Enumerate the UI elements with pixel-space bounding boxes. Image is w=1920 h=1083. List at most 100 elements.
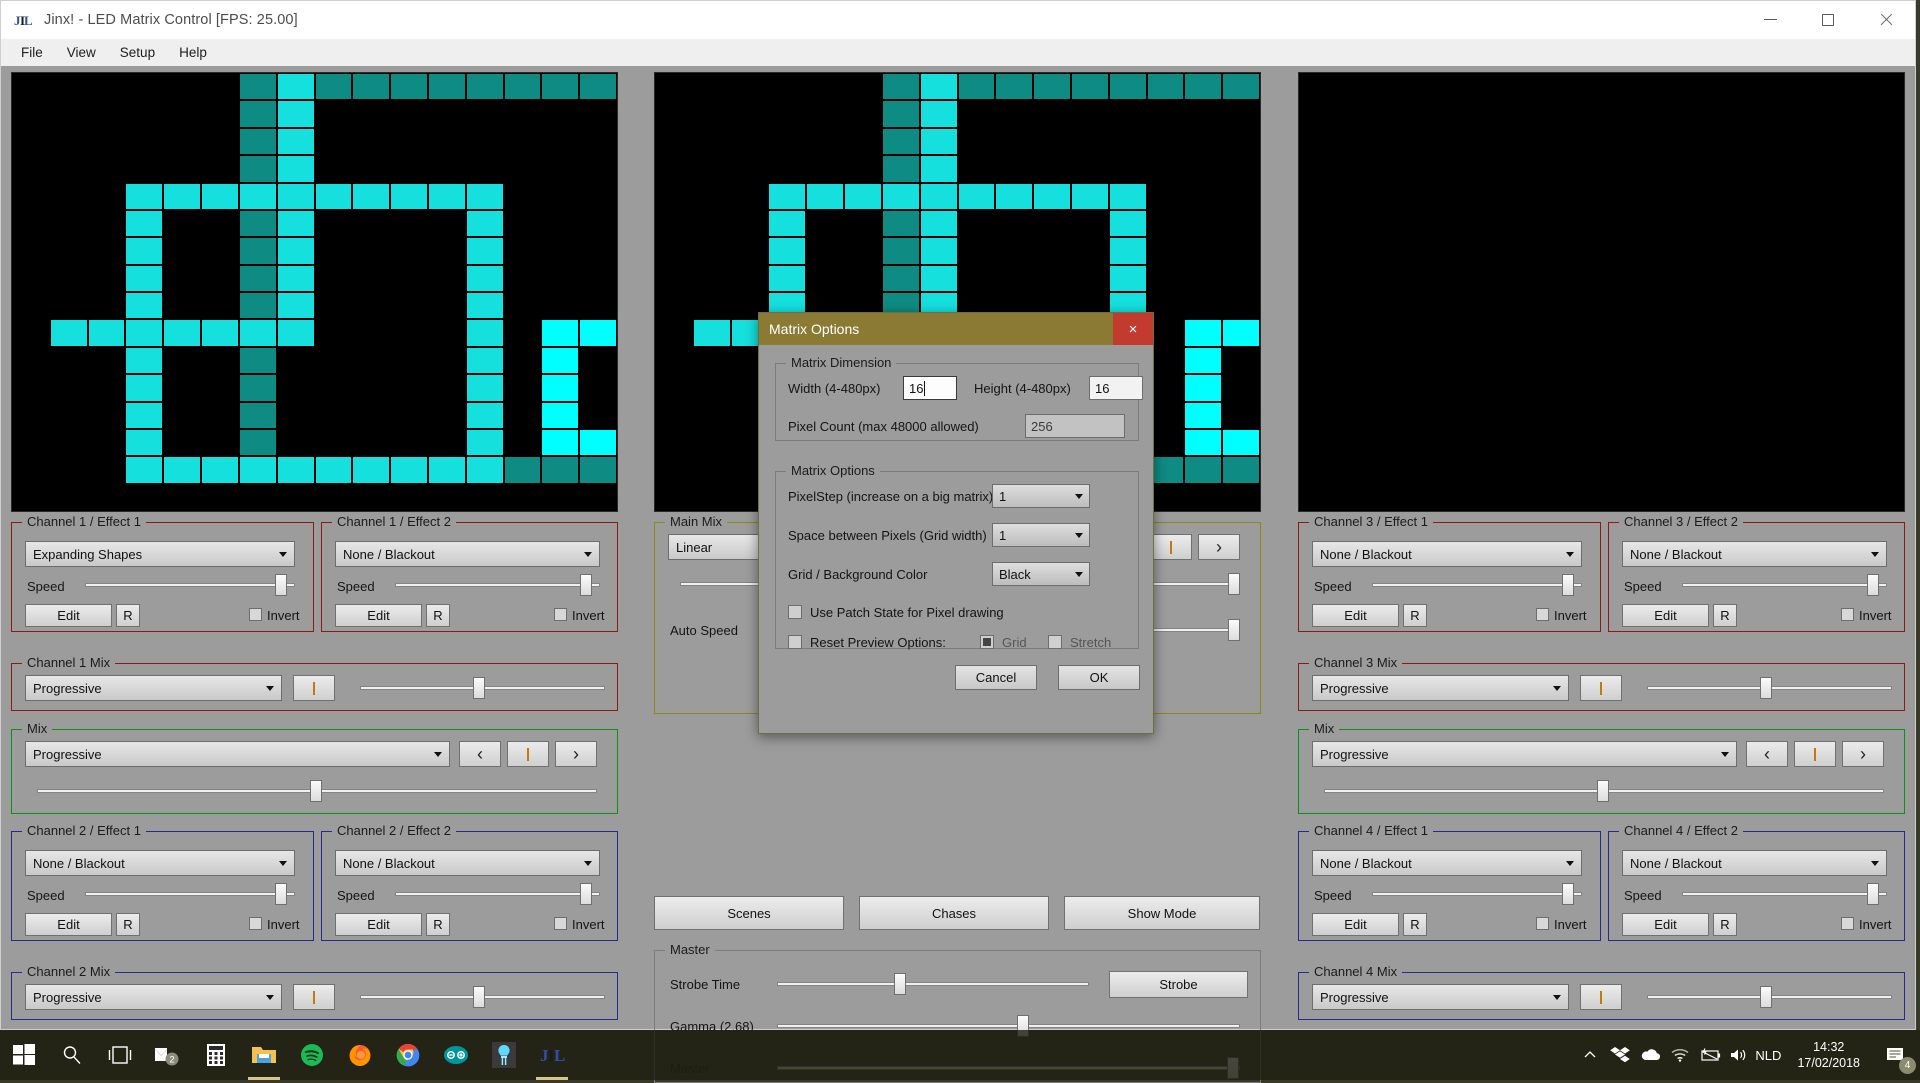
led-pixel[interactable] [278, 320, 314, 345]
scenes-button[interactable]: Scenes [654, 896, 844, 930]
dialog-close-button[interactable]: × [1113, 313, 1153, 345]
ch4-effect1-invert-checkbox[interactable] [1536, 917, 1549, 930]
led-pixel[interactable] [240, 74, 276, 99]
led-pixel[interactable] [240, 266, 276, 291]
dialog-cancel-button[interactable]: Cancel [955, 665, 1037, 690]
led-pixel[interactable] [316, 74, 352, 99]
led-pixel[interactable] [1110, 211, 1146, 236]
mail-button[interactable]: 2 [144, 1030, 192, 1080]
ch2-effect2-edit-button[interactable]: Edit [335, 913, 422, 936]
language-indicator[interactable]: NLD [1755, 1048, 1781, 1063]
led-pixel[interactable] [845, 184, 881, 209]
right-mix-next-button[interactable] [1842, 741, 1884, 767]
firefox-button[interactable] [336, 1030, 384, 1080]
led-pixel[interactable] [542, 457, 578, 482]
ch3-effect2-speed-slider[interactable] [1682, 574, 1887, 596]
show-mode-button[interactable]: Show Mode [1064, 896, 1260, 930]
led-pixel[interactable] [278, 293, 314, 318]
right-mix-prev-button[interactable] [1746, 741, 1788, 767]
minimize-button[interactable] [1741, 1, 1799, 38]
ch1-mix-select[interactable]: Progressive [25, 675, 282, 701]
led-pixel[interactable] [240, 348, 276, 373]
chrome-button[interactable] [384, 1030, 432, 1080]
led-pixel[interactable] [542, 74, 578, 99]
led-pixel[interactable] [164, 457, 200, 482]
ch4-effect1-speed-slider[interactable] [1372, 883, 1582, 905]
led-pixel[interactable] [542, 320, 578, 345]
led-pixel[interactable] [1185, 457, 1221, 482]
led-pixel[interactable] [883, 238, 919, 263]
slider-thumb[interactable] [310, 780, 322, 802]
ch3-effect1-edit-button[interactable]: Edit [1312, 604, 1399, 627]
led-pixel[interactable] [467, 74, 503, 99]
led-pixel[interactable] [278, 129, 314, 154]
main-mix-center-button[interactable] [1150, 534, 1192, 560]
led-pixel[interactable] [807, 184, 843, 209]
ch2-effect2-select[interactable]: None / Blackout [335, 850, 600, 876]
led-pixel[interactable] [921, 184, 957, 209]
matrix-preview-output[interactable] [11, 72, 618, 512]
clock[interactable]: 14:32 17/02/2018 [1797, 1039, 1860, 1071]
ch4-effect2-reset-button[interactable]: R [1713, 913, 1737, 936]
slider-thumb[interactable] [275, 574, 287, 596]
start-button[interactable] [0, 1030, 48, 1080]
right-mix-center-button[interactable] [1794, 741, 1836, 767]
ch3-effect1-speed-slider[interactable] [1372, 574, 1582, 596]
led-pixel[interactable] [1223, 430, 1259, 455]
led-pixel[interactable] [126, 403, 162, 428]
glediator-button[interactable] [480, 1030, 528, 1080]
ch4-mix-center-button[interactable] [1580, 984, 1622, 1010]
led-pixel[interactable] [1185, 348, 1221, 373]
led-pixel[interactable] [126, 238, 162, 263]
ch3-effect1-reset-button[interactable]: R [1403, 604, 1427, 627]
ch1-effect1-reset-button[interactable]: R [116, 604, 140, 627]
reset-preview-options-checkbox[interactable] [788, 635, 802, 649]
led-pixel[interactable] [126, 266, 162, 291]
led-pixel[interactable] [1185, 375, 1221, 400]
led-pixel[interactable] [1034, 184, 1070, 209]
led-pixel[interactable] [1148, 74, 1184, 99]
led-pixel[interactable] [126, 184, 162, 209]
ch1-effect1-invert-checkbox[interactable] [249, 608, 262, 621]
menu-item-setup[interactable]: Setup [108, 41, 167, 64]
left-mix-slider[interactable] [37, 780, 597, 802]
led-pixel[interactable] [316, 457, 352, 482]
led-pixel[interactable] [580, 430, 616, 455]
led-pixel[interactable] [1223, 457, 1259, 482]
led-pixel[interactable] [164, 320, 200, 345]
led-pixel[interactable] [240, 211, 276, 236]
led-pixel[interactable] [278, 101, 314, 126]
slider-thumb[interactable] [1867, 574, 1879, 596]
battery-icon[interactable] [1695, 1030, 1725, 1080]
led-pixel[interactable] [1034, 74, 1070, 99]
led-pixel[interactable] [996, 74, 1032, 99]
led-pixel[interactable] [1072, 184, 1108, 209]
led-pixel[interactable] [1072, 74, 1108, 99]
led-pixel[interactable] [769, 238, 805, 263]
width-input[interactable]: 16 [903, 376, 957, 400]
slider-thumb[interactable] [1562, 574, 1574, 596]
led-pixel[interactable] [467, 238, 503, 263]
search-button[interactable] [48, 1030, 96, 1080]
ch1-effect2-speed-slider[interactable] [395, 574, 600, 596]
led-pixel[interactable] [391, 184, 427, 209]
ch2-mix-slider[interactable] [360, 986, 605, 1008]
led-pixel[interactable] [505, 74, 541, 99]
led-pixel[interactable] [240, 430, 276, 455]
dialog-ok-button[interactable]: OK [1058, 665, 1140, 690]
ch4-effect1-reset-button[interactable]: R [1403, 913, 1427, 936]
ch2-effect1-select[interactable]: None / Blackout [25, 850, 295, 876]
led-pixel[interactable] [959, 74, 995, 99]
led-pixel[interactable] [353, 184, 389, 209]
led-pixel[interactable] [580, 74, 616, 99]
led-pixel[interactable] [921, 101, 957, 126]
led-pixel[interactable] [240, 320, 276, 345]
ch2-effect1-edit-button[interactable]: Edit [25, 913, 112, 936]
led-pixel[interactable] [316, 184, 352, 209]
led-pixel[interactable] [391, 457, 427, 482]
ch4-mix-slider[interactable] [1647, 986, 1892, 1008]
led-pixel[interactable] [278, 266, 314, 291]
ch4-effect2-speed-slider[interactable] [1682, 883, 1887, 905]
ch1-effect1-speed-slider[interactable] [85, 574, 295, 596]
maximize-button[interactable] [1799, 1, 1857, 38]
